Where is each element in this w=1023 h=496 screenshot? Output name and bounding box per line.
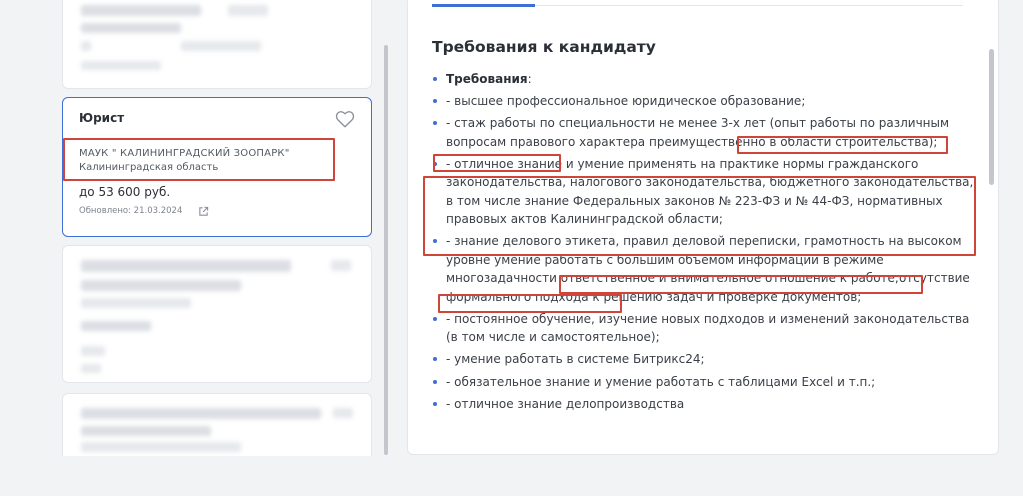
highlight-construction <box>737 136 948 154</box>
list-item: - высшее профессиональное юридическое об… <box>432 92 982 110</box>
highlight-employer <box>63 138 335 181</box>
updated-date: Обновлено: 21.03.2024 <box>79 206 183 216</box>
list-item: - обязательное знание и умение работать … <box>432 373 982 391</box>
external-link-icon[interactable] <box>198 206 209 217</box>
active-tab-indicator <box>432 4 535 7</box>
highlight-multitasking-cont <box>438 294 622 313</box>
list-item: - постоянное обучение, изучение новых по… <box>432 310 982 347</box>
highlight-legislation <box>423 176 976 256</box>
details-scrollbar[interactable] <box>989 49 994 185</box>
vacancy-title[interactable]: Юрист <box>79 111 124 125</box>
heart-icon[interactable] <box>335 110 355 128</box>
list-scrollbar[interactable] <box>384 45 388 455</box>
salary: до 53 600 руб. <box>79 185 171 199</box>
vacancy-card-blurred[interactable] <box>62 0 372 89</box>
list-item: - умение работать в системе Битрикс24; <box>432 350 982 368</box>
requirements-title: Требования к кандидату <box>432 38 656 56</box>
highlight-construction-cont <box>433 154 561 172</box>
vacancy-card-blurred[interactable] <box>62 245 372 383</box>
list-item: - отличное знание делопроизводства <box>432 395 982 413</box>
vacancy-list: Юрист МАУК " КАЛИНИНГРАДСКИЙ ЗООПАРК" Ка… <box>62 0 372 456</box>
vacancy-details-panel: Требования к кандидату Требования: - выс… <box>407 0 999 455</box>
requirements-heading: Требования: <box>432 70 982 88</box>
vacancy-card-blurred[interactable] <box>62 393 372 456</box>
highlight-multitasking <box>559 275 923 294</box>
